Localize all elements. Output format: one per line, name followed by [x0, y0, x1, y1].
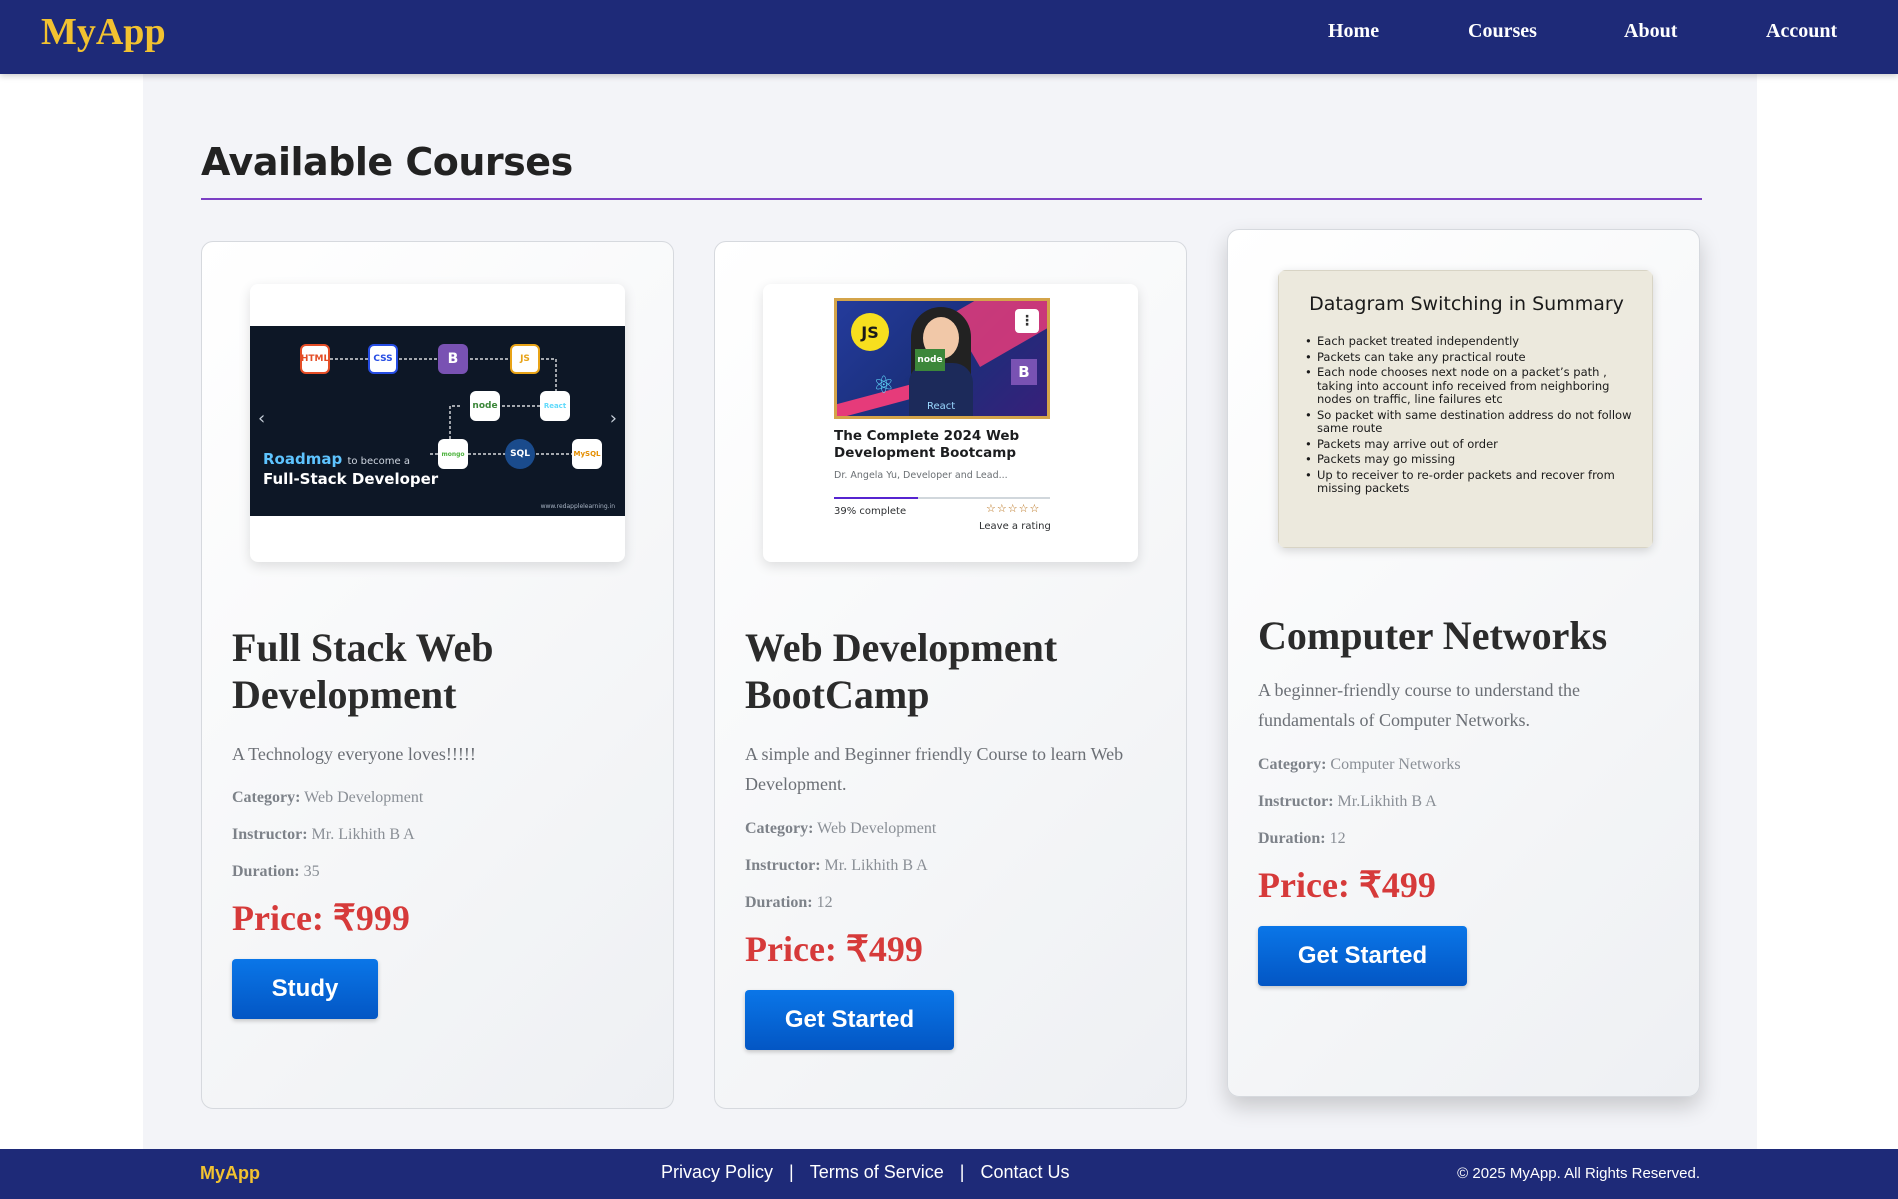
- slide-bullet: Each node chooses next node on a packet’…: [1303, 365, 1633, 407]
- slide-bullet: Packets may arrive out of order: [1303, 437, 1633, 452]
- react-icon: React: [540, 391, 570, 421]
- brand-logo[interactable]: MyApp: [41, 10, 166, 54]
- footer-links: Privacy Policy | Terms of Service | Cont…: [661, 1162, 1070, 1183]
- roadmap-url: www.redapplelearning.in: [540, 503, 615, 510]
- course-price: Price: ₹499: [1258, 865, 1436, 905]
- bootstrap-icon: B: [438, 344, 468, 374]
- bootcamp-cover-image: JS React node B ⋮ ⚛: [834, 298, 1050, 419]
- nav-about-link[interactable]: About: [1624, 20, 1677, 43]
- course-instructor: Instructor: Mr.Likhith B A: [1258, 793, 1437, 810]
- bootcamp-author: Dr. Angela Yu, Developer and Lead...: [834, 470, 1008, 481]
- course-price: Price: ₹499: [745, 929, 923, 969]
- course-duration: Duration: 35: [232, 863, 320, 880]
- copyright-text: © 2025 MyApp. All Rights Reserved.: [1457, 1165, 1700, 1182]
- react-label: React: [927, 401, 956, 412]
- slide-bullet: So packet with same destination address …: [1303, 408, 1633, 436]
- node-badge-icon: node: [915, 349, 945, 371]
- roadmap-image: HTML CSS B JS node React mongo SQL MySQL…: [250, 326, 625, 516]
- footer-separator: |: [959, 1162, 965, 1182]
- mongodb-icon: mongo: [438, 439, 468, 469]
- bootstrap-badge-icon: B: [1011, 359, 1037, 385]
- bootcamp-course-preview: JS React node B ⋮ ⚛ The Complete 2024 We…: [809, 284, 1092, 562]
- progress-text: 39% complete: [834, 506, 907, 517]
- chevron-left-icon[interactable]: ‹: [258, 408, 265, 429]
- slide-image: Datagram Switching in Summary Each packe…: [1278, 270, 1653, 548]
- course-description: A beginner-friendly course to understand…: [1258, 680, 1581, 730]
- course-card-fullstack: HTML CSS B JS node React mongo SQL MySQL…: [201, 241, 674, 1109]
- slide-title: Datagram Switching in Summary: [1309, 293, 1624, 315]
- course-price: Price: ₹999: [232, 898, 410, 938]
- footer-brand[interactable]: MyApp: [200, 1163, 260, 1184]
- course-description: A simple and Beginner friendly Course to…: [745, 744, 1124, 794]
- privacy-policy-link[interactable]: Privacy Policy: [661, 1162, 773, 1183]
- slide-bullet: Packets can take any practical route: [1303, 350, 1633, 365]
- progress-bar: [834, 497, 1050, 499]
- footer-separator: |: [789, 1162, 794, 1182]
- courses-section: Available Courses HTML CSS B JS node Rea…: [143, 74, 1757, 1149]
- terms-of-service-link[interactable]: Terms of Service: [810, 1162, 944, 1183]
- course-instructor: Instructor: Mr. Likhith B A: [232, 826, 415, 843]
- slide-bullet: Packets may go missing: [1303, 452, 1633, 467]
- js-icon: JS: [510, 344, 540, 374]
- course-card-bootcamp: JS React node B ⋮ ⚛ The Complete 2024 We…: [714, 241, 1187, 1109]
- mysql-icon: MySQL: [572, 439, 602, 469]
- chevron-right-icon[interactable]: ›: [610, 408, 617, 429]
- course-thumbnail-slide: Datagram Switching in Summary Each packe…: [1278, 270, 1653, 548]
- progress-fill: [834, 497, 919, 499]
- js-badge-icon: JS: [851, 313, 889, 351]
- site-footer: MyApp Privacy Policy | Terms of Service …: [0, 1149, 1898, 1199]
- course-title: Full Stack Web Development: [232, 625, 494, 717]
- slide-bullet: Each packet treated independently: [1303, 334, 1633, 349]
- page-title: Available Courses: [201, 140, 573, 184]
- top-navbar: MyApp Home Courses About Account: [0, 0, 1898, 74]
- course-title: Computer Networks: [1258, 613, 1608, 658]
- bootcamp-course-title: The Complete 2024 Web Development Bootca…: [834, 428, 1020, 461]
- course-description: A Technology everyone loves!!!!!: [232, 744, 476, 764]
- course-duration: Duration: 12: [745, 894, 833, 911]
- nav-home-link[interactable]: Home: [1328, 20, 1379, 43]
- nav-account-link[interactable]: Account: [1766, 20, 1837, 43]
- course-category: Category: Computer Networks: [1258, 756, 1461, 773]
- roadmap-heading: Roadmap to become a: [263, 450, 410, 468]
- get-started-button[interactable]: Get Started: [745, 990, 954, 1050]
- css-icon: CSS: [368, 344, 398, 374]
- course-category: Category: Web Development: [745, 820, 937, 837]
- course-thumbnail-roadmap: HTML CSS B JS node React mongo SQL MySQL…: [250, 284, 625, 562]
- title-divider: [201, 198, 1702, 200]
- course-card-networks: Datagram Switching in Summary Each packe…: [1227, 229, 1700, 1097]
- node-icon: node: [470, 391, 500, 421]
- react-atom-icon: ⚛: [873, 373, 895, 399]
- rating-stars-icon[interactable]: ☆☆☆☆☆: [986, 502, 1040, 515]
- contact-us-link[interactable]: Contact Us: [980, 1162, 1069, 1183]
- html-icon: HTML: [300, 344, 330, 374]
- nav-courses-link[interactable]: Courses: [1468, 20, 1537, 43]
- course-duration: Duration: 12: [1258, 830, 1346, 847]
- more-options-icon[interactable]: ⋮: [1015, 309, 1039, 333]
- course-category: Category: Web Development: [232, 789, 424, 806]
- sql-icon: SQL: [505, 439, 535, 469]
- get-started-button[interactable]: Get Started: [1258, 926, 1467, 986]
- course-instructor: Instructor: Mr. Likhith B A: [745, 857, 928, 874]
- course-title: Web Development BootCamp: [745, 625, 1058, 717]
- slide-bullet: Up to receiver to re-order packets and r…: [1303, 468, 1633, 496]
- roadmap-subheading: Full-Stack Developer: [263, 470, 439, 488]
- study-button[interactable]: Study: [232, 959, 378, 1019]
- slide-bullet-list: Each packet treated independently Packet…: [1303, 334, 1633, 498]
- leave-rating-link[interactable]: Leave a rating: [979, 521, 1051, 532]
- course-thumbnail-bootcamp: JS React node B ⋮ ⚛ The Complete 2024 We…: [763, 284, 1138, 562]
